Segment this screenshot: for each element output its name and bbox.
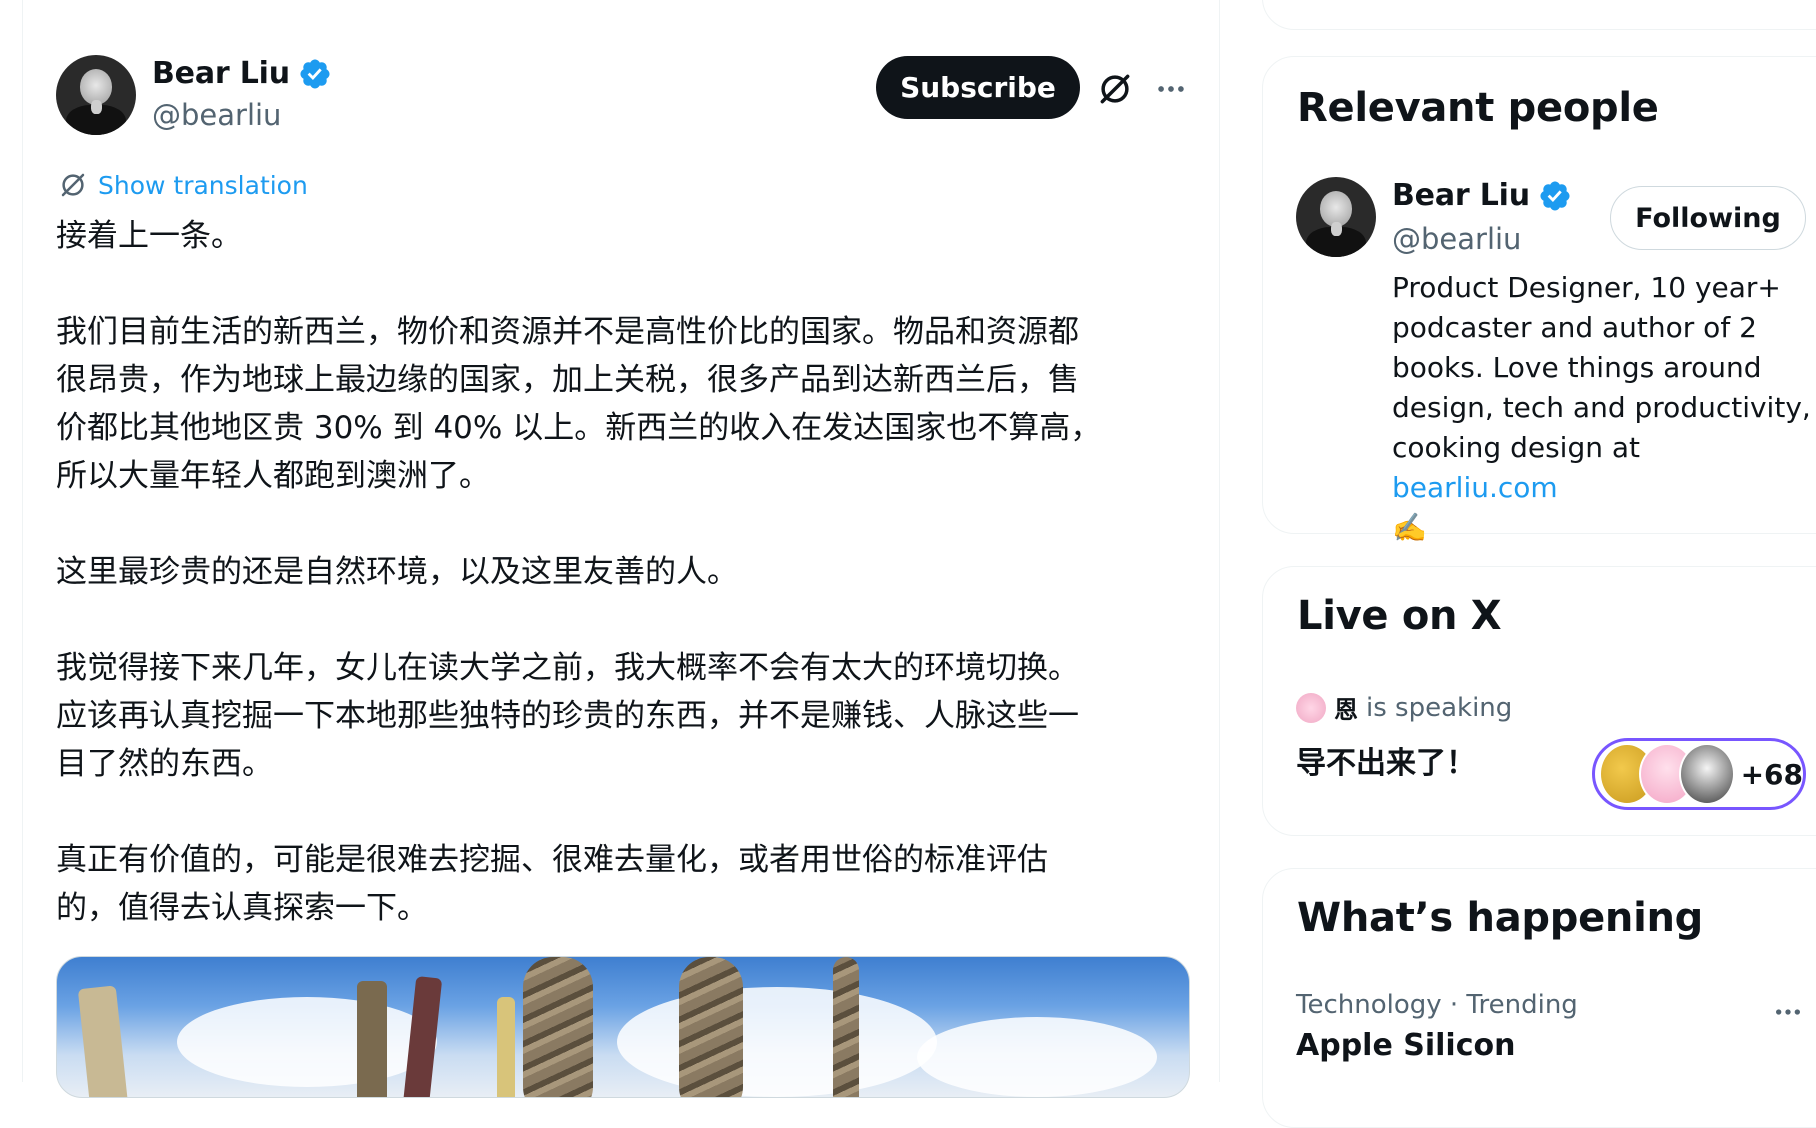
subscribe-button[interactable]: Subscribe (876, 56, 1080, 119)
bio-link[interactable]: bearliu.com (1392, 471, 1558, 504)
trend-meta: Technology · Trending (1296, 990, 1578, 1020)
speaker-avatar (1296, 692, 1326, 723)
relevant-person-handle[interactable]: @bearliu (1392, 222, 1521, 256)
post-image[interactable] (56, 956, 1190, 1098)
author-avatar[interactable] (56, 55, 136, 135)
bio-text: Product Designer, 10 year+ podcaster and… (1392, 271, 1811, 464)
show-translation-link[interactable]: Show translation (58, 170, 308, 200)
post-text: 接着上一条。 我们目前生活的新西兰，物价和资源并不是高性价比的国家。物品和资源都… (56, 218, 1102, 926)
author-name[interactable]: Bear Liu (152, 56, 290, 91)
grok-icon[interactable] (1096, 70, 1134, 108)
author-name-row: Bear Liu (152, 56, 332, 91)
live-space-title[interactable]: 导不出来了！ (1296, 738, 1476, 782)
live-on-x-title: Live on X (1297, 593, 1502, 639)
relevant-people-title: Relevant people (1297, 85, 1659, 131)
translate-icon (61, 173, 85, 197)
verified-badge-icon (300, 58, 330, 89)
show-translation-label: Show translation (98, 170, 308, 200)
relevant-person-avatar[interactable] (1296, 177, 1376, 257)
trend-name[interactable]: Apple Silicon (1296, 1028, 1515, 1063)
speaker-status: is speaking (1366, 692, 1513, 723)
trend-more-icon[interactable] (1772, 996, 1804, 1028)
listener-count: +68 (1740, 757, 1804, 791)
live-listeners-pill[interactable]: +68 (1592, 738, 1806, 810)
relevant-person-name-row: Bear Liu (1392, 178, 1572, 213)
whats-happening-title: What’s happening (1297, 895, 1704, 941)
more-options-icon[interactable] (1154, 72, 1188, 106)
speaker-name: 恩 (1334, 696, 1358, 724)
following-button[interactable]: Following (1610, 186, 1806, 250)
author-handle[interactable]: @bearliu (152, 98, 281, 132)
relevant-person-bio: Product Designer, 10 year+ podcaster and… (1392, 268, 1812, 548)
live-speaker-row[interactable]: 恩 is speaking (1296, 690, 1512, 725)
listener-avatar (1678, 743, 1735, 805)
relevant-person-name[interactable]: Bear Liu (1392, 178, 1530, 213)
verified-badge-icon (1540, 180, 1570, 211)
search-card-edge (1262, 0, 1816, 30)
writing-hand-emoji-icon: ✍️ (1392, 511, 1427, 544)
